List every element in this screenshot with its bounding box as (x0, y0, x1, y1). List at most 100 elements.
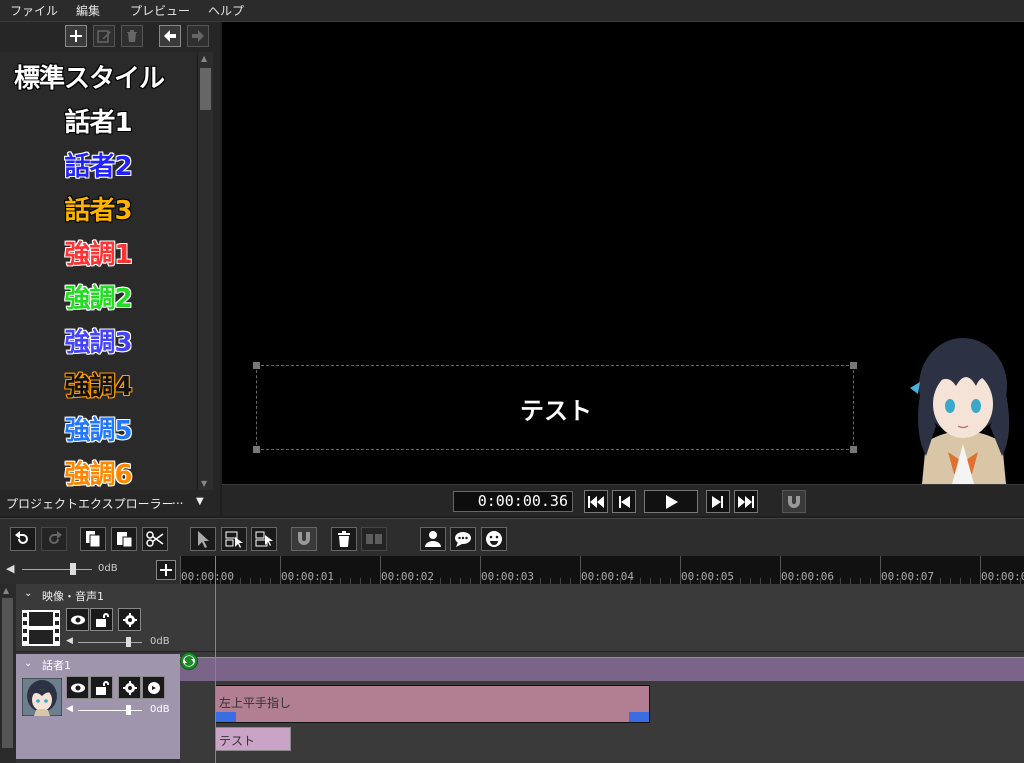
copy-button[interactable] (80, 527, 106, 551)
visibility-toggle[interactable] (66, 676, 89, 699)
track-settings-button[interactable] (118, 608, 141, 631)
slider-thumb[interactable] (126, 705, 131, 715)
clip-fade-in-handle[interactable] (216, 712, 236, 722)
scroll-down-icon[interactable]: ▼ (201, 479, 207, 488)
collapse-chevron-icon[interactable]: ⌄ (24, 658, 32, 669)
style-item[interactable]: 標準スタイル (0, 58, 196, 95)
lock-toggle[interactable] (90, 676, 113, 699)
keyframe-marker[interactable] (180, 652, 198, 670)
visibility-toggle[interactable] (66, 608, 89, 631)
style-item[interactable]: 話者1 (0, 102, 196, 139)
edit-style-button[interactable] (93, 25, 115, 47)
track-volume-slider[interactable] (78, 637, 142, 647)
style-item[interactable]: 強調6 (0, 454, 196, 490)
character-avatar[interactable] (902, 334, 1024, 484)
timecode-display[interactable]: 0:00:00.36 (453, 491, 573, 512)
timeline-tracks-area[interactable]: 左上平手指し テスト (180, 584, 1024, 763)
track-volume-slider[interactable] (78, 705, 142, 715)
slider-thumb[interactable] (126, 637, 131, 647)
master-volume-slider[interactable] (22, 563, 92, 575)
tab-more[interactable]: ... (172, 493, 183, 507)
skip-to-start-button[interactable] (584, 490, 608, 513)
select-tool-button[interactable] (190, 527, 216, 551)
ruler-label: 00:00:03 (481, 570, 534, 583)
menu-edit[interactable]: 編集 (76, 2, 100, 19)
next-frame-button[interactable] (706, 490, 730, 513)
menu-preview[interactable]: プレビュー (130, 2, 190, 19)
select-track-forward-button[interactable] (251, 527, 277, 551)
track-speaker1[interactable]: ⌄ 話者1 ◀ 0dB (16, 654, 180, 759)
clip-label: テスト (219, 734, 256, 748)
play-button[interactable] (644, 490, 698, 513)
style-item[interactable]: 強調4 (0, 366, 196, 403)
add-track-button[interactable] (156, 560, 176, 580)
add-expression-button[interactable] (481, 527, 507, 551)
add-subtitle-button[interactable] (450, 527, 476, 551)
style-item[interactable]: 強調5 (0, 410, 196, 447)
clip-fade-out-handle[interactable] (629, 712, 649, 722)
time-ruler[interactable]: 00:00:00 00:00:01 00:00:02 00:00:03 00:00:04… (180, 556, 1024, 584)
ruler-label: 00:00:07 (881, 570, 934, 583)
subtitle-clip[interactable]: テスト (215, 727, 291, 751)
delete-clip-button[interactable] (331, 527, 357, 551)
voice-settings-button[interactable] (142, 676, 165, 699)
move-left-button[interactable] (159, 25, 181, 47)
voice-icon (147, 681, 160, 694)
character-clip[interactable] (180, 657, 1024, 681)
magnet-icon (298, 532, 310, 545)
style-list-scrollbar[interactable]: ▲ ▼ (197, 52, 213, 490)
subtitle-bounding-box[interactable]: テスト (253, 362, 857, 453)
tab-dropdown-icon[interactable]: ▼ (196, 496, 204, 507)
move-right-button[interactable] (187, 25, 209, 47)
preview-canvas[interactable]: テスト (222, 22, 1024, 484)
timeline-snap-button[interactable] (291, 527, 317, 551)
refresh-icon (183, 655, 195, 667)
add-style-button[interactable] (65, 25, 87, 47)
ruler-label: 00:00:02 (381, 570, 434, 583)
slider-thumb[interactable] (70, 563, 76, 575)
tab-explorer[interactable]: エクスプローラー (78, 495, 174, 512)
playhead[interactable] (215, 556, 216, 763)
select-forward-button[interactable] (221, 527, 247, 551)
scroll-thumb[interactable] (200, 68, 211, 110)
style-item[interactable]: 強調1 (0, 234, 196, 271)
motion-clip[interactable]: 左上平手指し (215, 685, 650, 723)
cut-button[interactable] (142, 527, 168, 551)
undo-button[interactable] (10, 527, 36, 551)
redo-button[interactable] (41, 527, 67, 551)
add-character-button[interactable] (420, 527, 446, 551)
split-clip-button[interactable] (361, 527, 387, 551)
scissors-icon (146, 531, 164, 547)
person-icon (425, 531, 441, 547)
previous-frame-button[interactable] (612, 490, 636, 513)
timeline-toolbar (0, 518, 1024, 556)
ruler-label: 00:00:05 (681, 570, 734, 583)
skip-to-end-button[interactable] (734, 490, 758, 513)
menu-help[interactable]: ヘルプ (208, 2, 244, 19)
track-lane-video[interactable] (180, 584, 1024, 652)
style-item[interactable]: 話者2 (0, 146, 196, 183)
paste-icon (117, 532, 133, 548)
track-settings-button[interactable] (118, 676, 141, 699)
scroll-up-icon[interactable]: ▲ (201, 54, 207, 63)
tab-project[interactable]: プロジェクト (6, 495, 78, 512)
track-scrollbar[interactable]: ▲ (0, 584, 16, 763)
style-item[interactable]: 強調3 (0, 322, 196, 359)
style-list: 標準スタイル 話者1 話者2 話者3 強調1 強調2 強調3 強調4 強調5 強調6 (0, 52, 196, 490)
lock-toggle[interactable] (90, 608, 113, 631)
ruler-label: 00:00:08 (981, 570, 1024, 583)
scroll-thumb[interactable] (2, 598, 13, 748)
snap-toggle-button[interactable] (782, 490, 806, 513)
edit-icon (97, 30, 111, 43)
style-item[interactable]: 強調2 (0, 278, 196, 315)
track-video-audio[interactable]: ⌄ 映像・音声1 ◀ 0dB (16, 584, 180, 652)
eye-icon (70, 683, 85, 692)
style-item[interactable]: 話者3 (0, 190, 196, 227)
delete-style-button[interactable] (121, 25, 143, 47)
paste-button[interactable] (111, 527, 137, 551)
scroll-up-icon[interactable]: ▲ (3, 586, 9, 595)
menu-file[interactable]: ファイル (10, 2, 58, 19)
timeline-master-controls: ◀ 0dB (0, 556, 180, 584)
collapse-chevron-icon[interactable]: ⌄ (24, 588, 32, 599)
play-icon (666, 494, 678, 509)
